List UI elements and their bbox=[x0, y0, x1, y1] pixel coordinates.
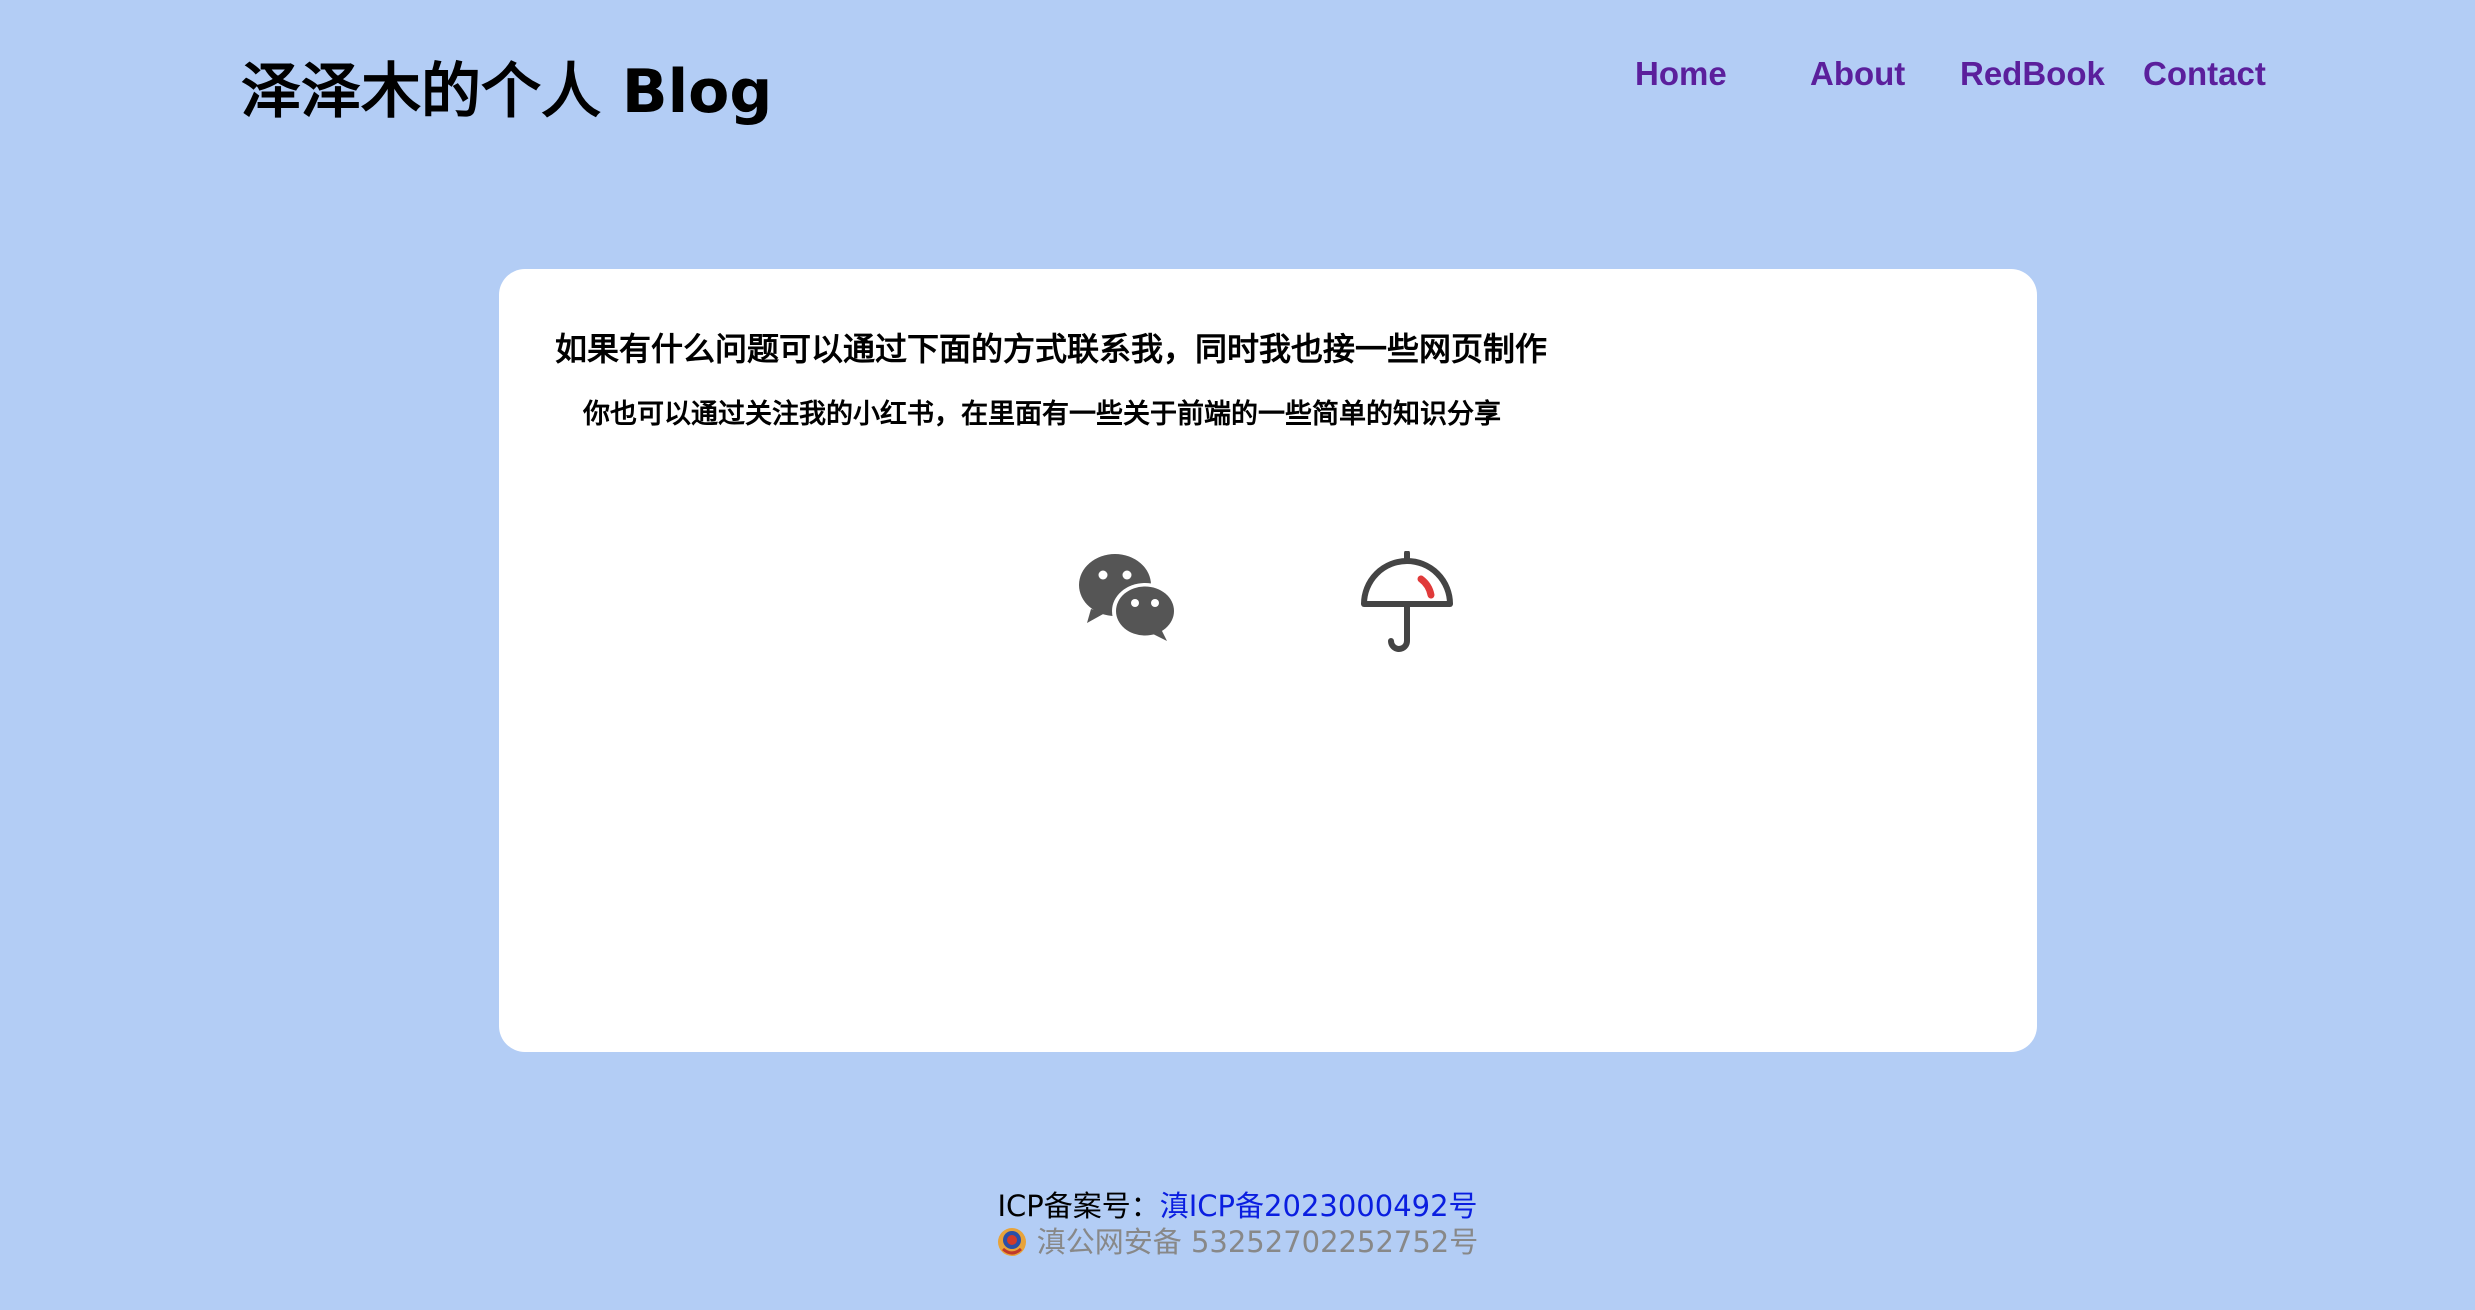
redbook-link[interactable] bbox=[1361, 551, 1459, 655]
nav-about-link[interactable]: About bbox=[1810, 50, 1905, 98]
contact-card: 如果有什么问题可以通过下面的方式联系我，同时我也接一些网页制作 你也可以通过关注… bbox=[499, 269, 2037, 1052]
nav-home-link[interactable]: Home bbox=[1635, 50, 1727, 98]
police-record-line: 滇公网安备 53252702252752号 bbox=[0, 1224, 2475, 1260]
icp-line: ICP备案号：滇ICP备2023000492号 bbox=[0, 1188, 2475, 1224]
icp-number-link[interactable]: 滇ICP备2023000492号 bbox=[1160, 1189, 1478, 1223]
nav-redbook-link[interactable]: RedBook bbox=[1960, 50, 2105, 98]
icp-label: ICP备案号： bbox=[997, 1189, 1160, 1223]
umbrella-icon bbox=[1361, 551, 1453, 652]
footer: ICP备案号：滇ICP备2023000492号 滇公网安备 5325270225… bbox=[0, 1188, 2475, 1260]
nav-contact-link[interactable]: Contact bbox=[2143, 50, 2266, 98]
police-record-link[interactable]: 滇公网安备 53252702252752号 bbox=[1037, 1225, 1479, 1259]
contact-heading: 如果有什么问题可以通过下面的方式联系我，同时我也接一些网页制作 bbox=[555, 330, 1548, 368]
police-emblem-icon bbox=[997, 1228, 1026, 1256]
contact-subheading: 你也可以通过关注我的小红书，在里面有一些关于前端的一些简单的知识分享 bbox=[583, 399, 1501, 430]
wechat-link[interactable] bbox=[1077, 551, 1181, 643]
wechat-icon bbox=[1079, 554, 1178, 641]
main-nav: Home About RedBook Contact bbox=[0, 50, 2475, 100]
